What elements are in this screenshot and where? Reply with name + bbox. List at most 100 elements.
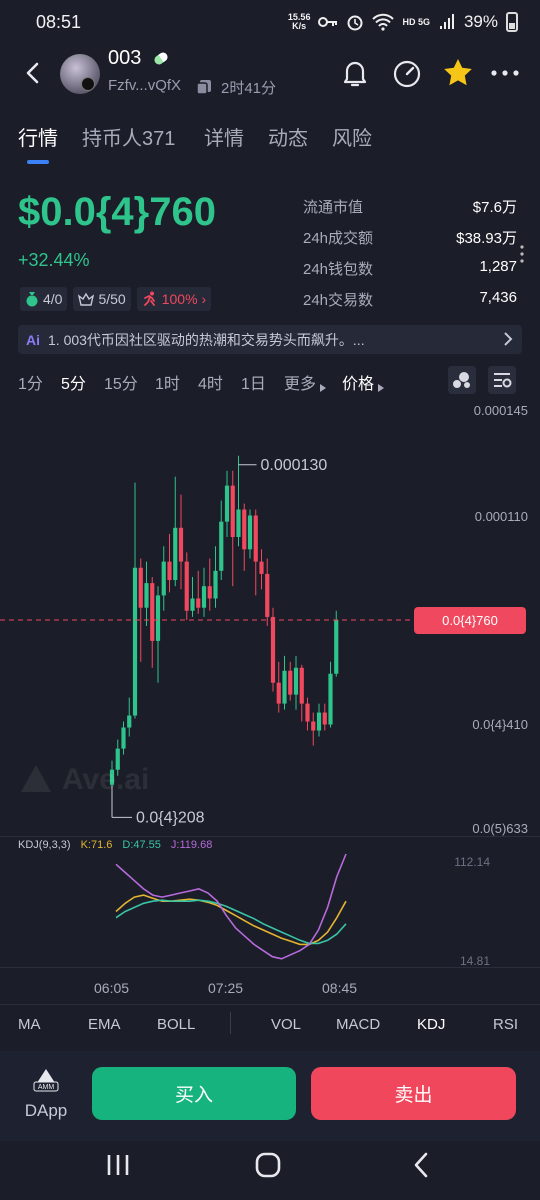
kdj-tick-high: 112.14 — [454, 855, 490, 869]
back-icon[interactable] — [18, 58, 48, 88]
candle-body — [259, 561, 264, 574]
indicator-kdj[interactable]: KDJ — [417, 1016, 445, 1033]
interval-5m[interactable]: 5分 — [61, 370, 86, 394]
low-price-label: 0.0{4}208 — [136, 809, 205, 826]
dapp-label: DApp — [24, 1101, 68, 1120]
candle-body — [213, 570, 218, 599]
status-time: 08:51 — [36, 12, 82, 32]
divider — [0, 836, 540, 837]
candle-body — [316, 712, 322, 731]
running-icon — [143, 291, 155, 306]
battery-percent: 39% — [463, 12, 498, 31]
kdj-d-value: D:47.55 — [122, 839, 161, 851]
dapp-button[interactable]: AMM DApp — [20, 1068, 72, 1121]
gauge-icon[interactable] — [390, 56, 424, 90]
copy-icon[interactable] — [196, 79, 212, 95]
crown-icon — [78, 292, 95, 306]
wifi-icon — [372, 13, 395, 31]
x-tick-2: 07:25 — [208, 980, 244, 996]
chevron-right-icon — [504, 332, 513, 346]
smart-money-badge[interactable]: 4/0 — [20, 287, 68, 311]
interval-1m[interactable]: 1分 — [18, 370, 43, 394]
y-tick-4: 0.0{4}410 — [472, 717, 528, 732]
candle-body — [144, 583, 149, 608]
kdj-k-value: K:71.6 — [80, 839, 113, 851]
candle-body — [138, 567, 143, 608]
tab-activity[interactable]: 动态 — [268, 122, 308, 151]
candle-body — [276, 682, 281, 704]
interval-4h[interactable]: 4时 — [198, 370, 223, 394]
candle-body — [311, 721, 316, 731]
chart-settings-button[interactable] — [488, 366, 516, 394]
ave-logo-icon — [21, 765, 51, 792]
app-root: 08:51 15.56 K/s HD 5G 39% 003 Fzfv...vQf… — [0, 0, 540, 1200]
indicator-ma[interactable]: MA — [18, 1016, 41, 1033]
candle-body — [236, 509, 241, 538]
candle-body — [127, 715, 132, 728]
candle-body — [121, 727, 126, 749]
stats-more-icon[interactable] — [520, 244, 524, 264]
ai-icon: Ai — [26, 331, 40, 348]
y-tick-5: 0.0(5)633 — [472, 821, 528, 836]
tab-holders[interactable]: 持币人371 — [82, 122, 175, 151]
amm-icon: AMM — [33, 1069, 59, 1092]
sell-button[interactable]: 卖出 — [311, 1067, 516, 1120]
network-type: HD 5G — [402, 17, 430, 27]
x-tick-3: 08:45 — [322, 980, 358, 996]
candle-body — [230, 485, 235, 538]
solana-chain-icon — [81, 77, 95, 91]
indicator-boll[interactable]: BOLL — [157, 1016, 195, 1033]
back-nav-icon[interactable] — [408, 1151, 436, 1179]
more-icon[interactable] — [488, 56, 522, 90]
badge-row: 4/0 5/50 100% › — [20, 287, 212, 311]
candle-body — [282, 670, 287, 704]
candle-body — [201, 586, 207, 608]
alarm-icon — [347, 15, 363, 31]
interval-1h[interactable]: 1时 — [155, 370, 180, 394]
candle-body — [155, 595, 161, 641]
bell-icon[interactable] — [338, 56, 372, 90]
divider — [0, 1004, 540, 1005]
tab-details[interactable]: 详情 — [204, 122, 244, 151]
candle-body — [190, 598, 195, 611]
price-mode[interactable]: 价格 — [342, 370, 385, 394]
status-bar: 08:51 15.56 K/s HD 5G 39% — [0, 0, 540, 48]
settings-list-icon — [494, 373, 512, 388]
network-speed: 15.56 K/s — [287, 12, 311, 31]
token-avatar[interactable] — [60, 54, 100, 94]
candle-body — [242, 509, 247, 550]
ai-summary-banner[interactable]: Ai 1. 003代币因社区驱动的热潮和交易势头而飙升。... — [18, 325, 522, 354]
star-icon[interactable] — [441, 56, 475, 90]
interval-1d[interactable]: 1日 — [241, 370, 266, 394]
candle-body — [219, 521, 224, 571]
kol-badge[interactable]: 5/50 — [73, 287, 131, 311]
indicator-rsi[interactable]: RSI — [493, 1016, 518, 1033]
indicator-vol[interactable]: VOL — [271, 1016, 301, 1033]
key-icon — [318, 17, 338, 27]
candle-body — [265, 573, 270, 617]
kdj-j-value: J:119.68 — [170, 839, 213, 851]
sniper-badge[interactable]: 100% › — [136, 287, 212, 311]
recent-apps-icon[interactable] — [104, 1151, 132, 1179]
token-name: 003 — [108, 47, 142, 69]
price-change: +32.44% — [18, 250, 90, 270]
candle-body — [196, 598, 201, 608]
candle-body — [253, 515, 258, 562]
candle-body — [167, 561, 172, 581]
money-bag-icon — [26, 292, 38, 307]
buy-button[interactable]: 买入 — [92, 1067, 296, 1120]
home-icon[interactable] — [254, 1151, 282, 1179]
indicator-ema[interactable]: EMA — [88, 1016, 121, 1033]
current-price-tag: 0.0{4}760 — [414, 607, 526, 634]
tab-market[interactable]: 行情 — [18, 122, 58, 151]
stat-wallets: 24h钱包数 1,287 — [303, 258, 517, 278]
candle-body — [334, 620, 339, 674]
kdj-legend: KDJ(9,3,3) K:71.6 D:47.55 J:119.68 — [18, 839, 212, 851]
candle-body — [270, 616, 276, 683]
indicator-toggle-button[interactable] — [448, 366, 476, 394]
tab-risk[interactable]: 风险 — [332, 122, 372, 151]
indicator-macd[interactable]: MACD — [336, 1016, 380, 1033]
interval-more[interactable]: 更多 — [284, 370, 327, 394]
interval-15m[interactable]: 15分 — [104, 370, 138, 394]
candle-body — [132, 567, 138, 716]
